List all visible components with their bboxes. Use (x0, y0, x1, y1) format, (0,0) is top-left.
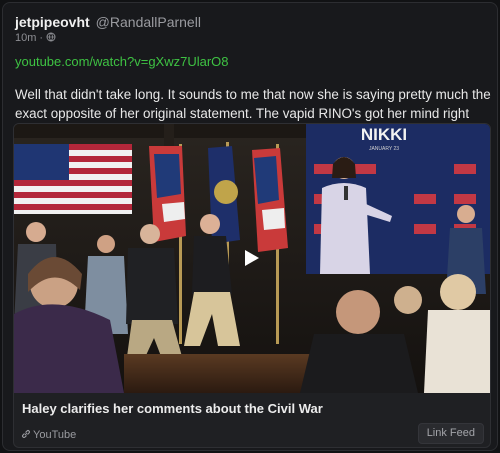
globe-icon (46, 32, 56, 46)
post-header: jetpipeovht @RandallParnell (15, 13, 201, 31)
flag-left (14, 144, 132, 214)
link-icon (21, 429, 31, 443)
user-handle[interactable]: @RandallParnell (96, 14, 201, 30)
banner-title: NIKKI (361, 125, 407, 144)
card-source: YouTube (21, 428, 76, 443)
meta-separator: · (39, 32, 44, 44)
link-preview-card[interactable]: NIKKI JANUARY 23 Haley clarifies her com… (13, 123, 491, 448)
link-feed-button[interactable]: Link Feed (417, 423, 484, 444)
post-time[interactable]: 10m (15, 32, 36, 44)
banner-subtitle: JANUARY 23 (369, 146, 399, 152)
youtube-link[interactable]: youtube.com/watch?v=gXwz7UlarO8 (15, 54, 229, 70)
card-title[interactable]: Haley clarifies her comments about the C… (22, 401, 323, 417)
source-name: YouTube (33, 429, 77, 441)
video-thumbnail[interactable]: NIKKI JANUARY 23 (14, 124, 491, 393)
post-card: jetpipeovht @RandallParnell 10m · youtube.… (2, 2, 498, 451)
username[interactable]: jetpipeovht (15, 14, 90, 30)
post-meta: 10m · (15, 31, 56, 46)
